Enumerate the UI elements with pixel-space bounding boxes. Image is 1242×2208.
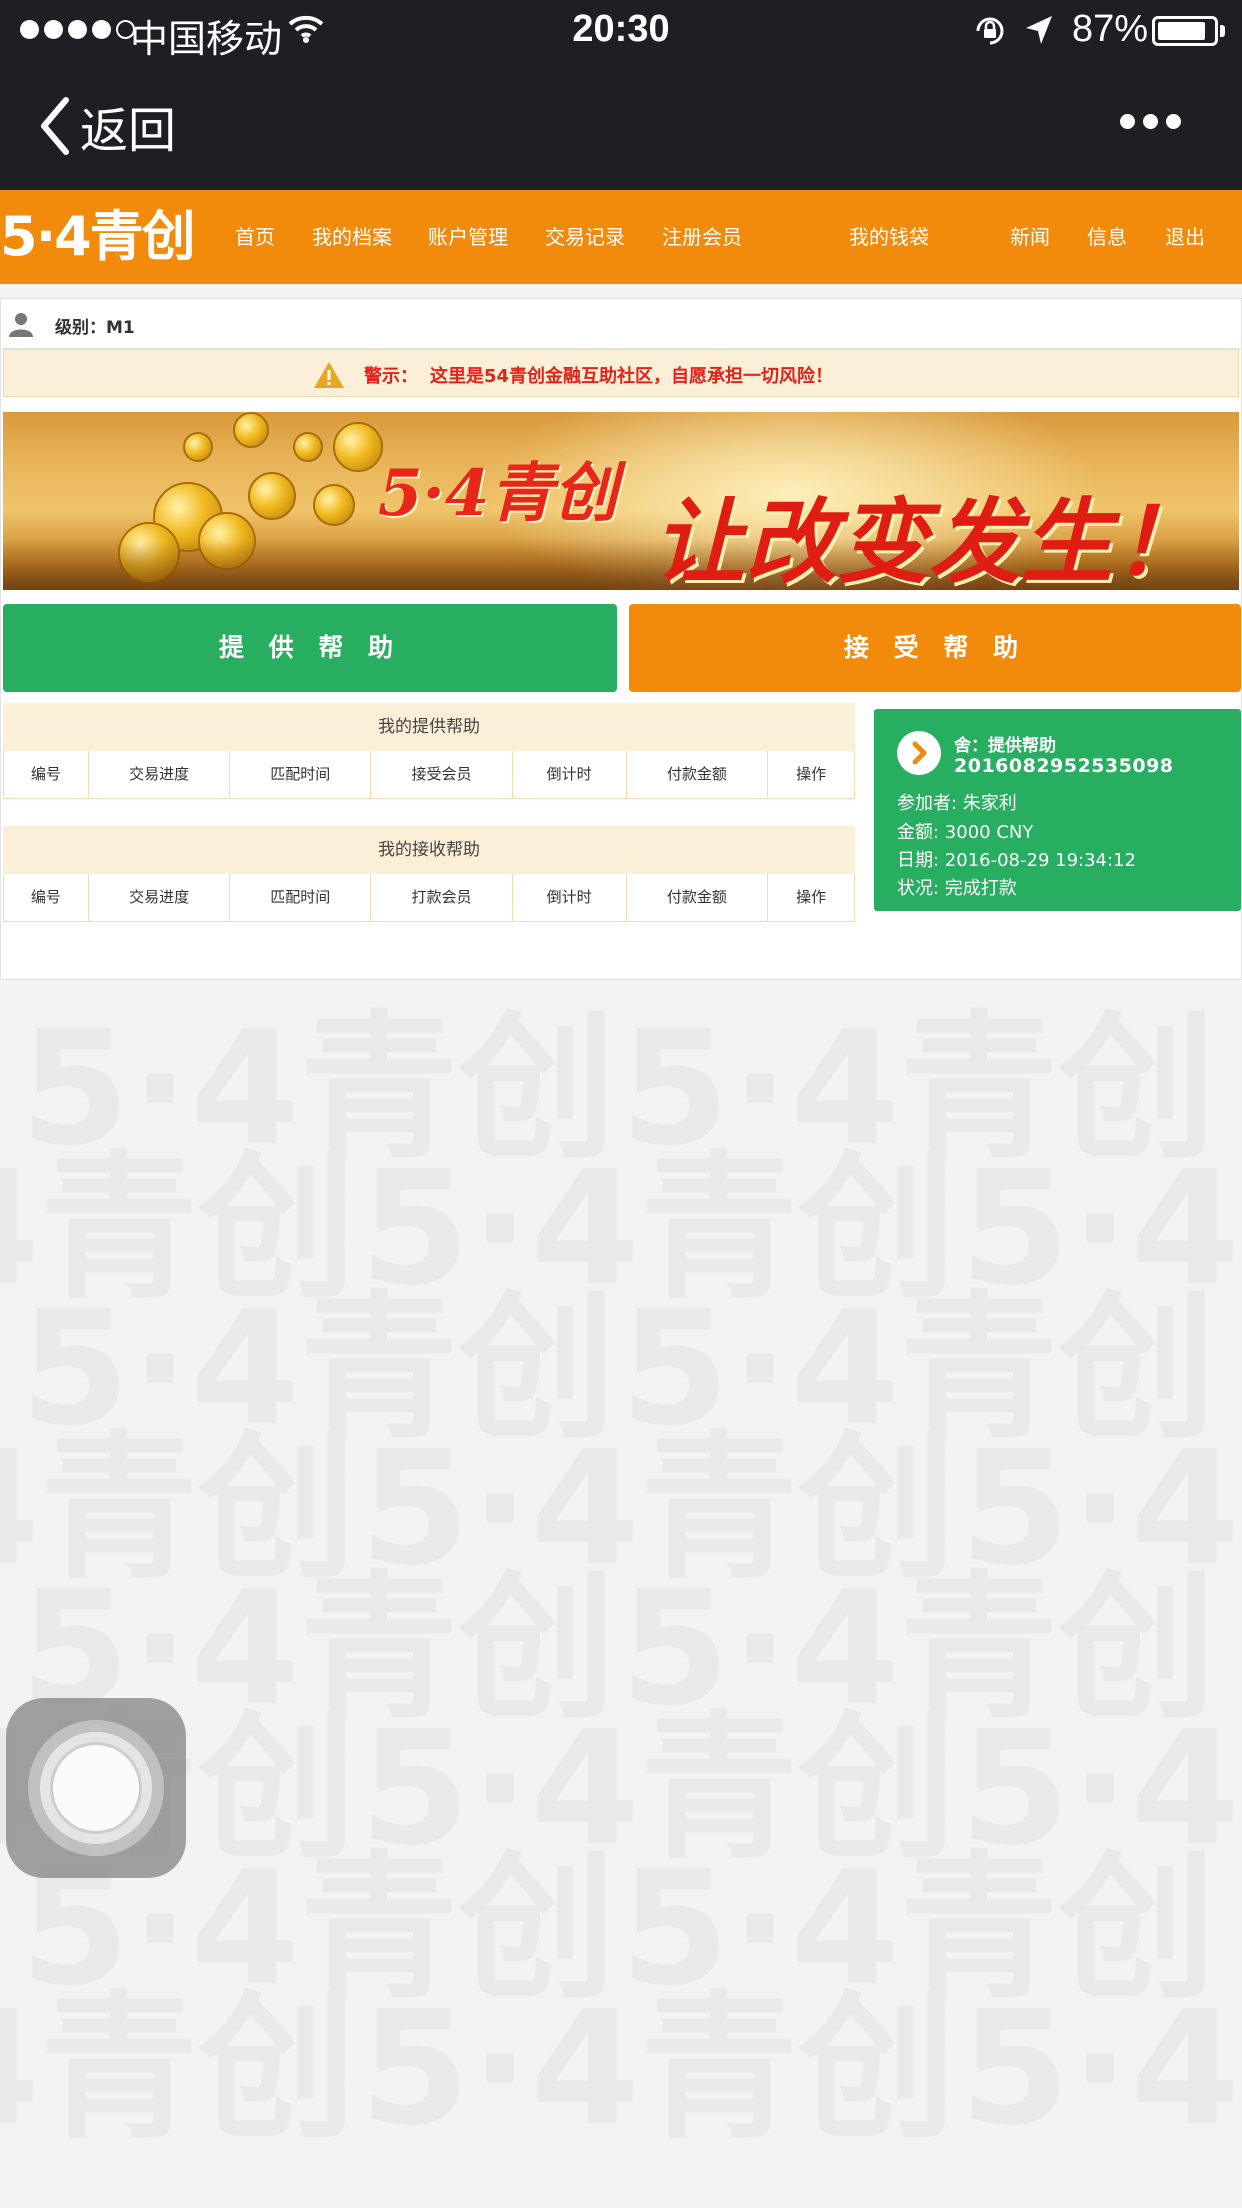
coin-image [248,472,296,520]
coin-image [233,412,269,448]
column-header: 操作 [796,765,827,783]
card-detail-button[interactable] [897,731,941,775]
assistive-center [50,1742,142,1834]
column-header: 交易进度 [89,751,231,798]
main-panel: 级别：M1 警示： 这里是54青创金融互助社区，自愿承担一切风险！ 5·4青创 … [0,298,1242,980]
table-title: 我的接收帮助 [3,826,855,874]
column-header: 交易进度 [89,874,231,921]
signal-dot [20,20,39,39]
column-header: 付款金额 [627,751,769,798]
column-header: 接受会员 [371,751,513,798]
nav-transaction-history[interactable]: 交易记录 [545,190,625,284]
table-title: 我的提供帮助 [3,703,855,751]
card-participant: 参加者: 朱家利 [897,793,1017,814]
location-arrow-icon [1024,14,1054,51]
wifi-icon [288,14,324,49]
card-date: 日期: 2016-08-29 19:34:12 [897,850,1136,871]
provide-help-table: 我的提供帮助 编号 交易进度 匹配时间 接受会员 倒计时 付款金额 操作 [3,703,855,799]
assistive-touch-button[interactable] [6,1698,186,1878]
status-bar: 中国移动 20:30 87% [0,0,1242,62]
user-avatar-icon [9,313,33,337]
orientation-lock-icon [972,14,1008,53]
column-header: 操作 [796,888,827,906]
site-header: 5·4青创 首页 我的档案 账户管理 交易记录 注册会员 我的钱袋 新闻 信息 … [0,190,1242,284]
card-status: 状况: 完成打款 [897,878,1017,899]
nav-account-management[interactable]: 账户管理 [428,190,508,284]
column-header: 打款会员 [371,874,513,921]
battery-level [1158,22,1205,40]
promo-banner: 5·4青创 让改变发生！ [3,412,1239,590]
coin-image [183,432,213,462]
more-dot-icon [1166,114,1181,129]
battery-percent: 87% [1072,8,1149,50]
chevron-left-icon [41,97,69,155]
table-header-row: 编号 交易进度 匹配时间 接受会员 倒计时 付款金额 操作 [3,751,855,799]
signal-dot [92,20,111,39]
column-header: 倒计时 [513,751,627,798]
table-header-row: 编号 交易进度 匹配时间 打款会员 倒计时 付款金额 操作 [3,874,855,922]
coin-image [293,432,323,462]
warning-text: 这里是54青创金融互助社区，自愿承担一切风险！ [430,366,834,387]
warning-title: 警示： [364,366,418,387]
watermark-row: 5·4青创 [360,1977,956,2161]
column-header: 付款金额 [627,874,769,921]
carrier-name: 中国移动 [130,19,283,61]
card-amount: 金额: 3000 CNY [897,822,1034,843]
card-order-id: 2016082952535098 [954,755,1174,777]
signal-dot [68,20,87,39]
banner-brand-text: 5·4青创 [378,456,618,531]
coin-image [313,484,355,526]
provide-help-button[interactable]: 提 供 帮 助 [3,604,617,692]
receive-help-table: 我的接收帮助 编号 交易进度 匹配时间 打款会员 倒计时 付款金额 操作 [3,826,855,922]
column-header: 编号 [4,874,89,921]
coin-image [333,422,383,472]
signal-dot [44,20,63,39]
nav-my-profile[interactable]: 我的档案 [312,190,392,284]
receive-help-button[interactable]: 接 受 帮 助 [629,604,1241,692]
back-label: 返回 [80,105,177,158]
banner-slogan: 让改变发生！ [653,488,1206,590]
nav-my-wallet[interactable]: 我的钱袋 [849,190,929,284]
warning-icon [314,362,344,388]
more-dot-icon [1143,114,1158,129]
battery-icon [1152,16,1218,46]
more-dot-icon [1120,114,1135,129]
column-header: 倒计时 [513,874,627,921]
nav-home[interactable]: 首页 [235,190,275,284]
card-type: 舍：提供帮助 [954,736,1056,756]
nav-news[interactable]: 新闻 [1010,190,1050,284]
watermark-row: 5·4青创 [0,1977,356,2161]
watermark-row: 5·4青创 [960,1977,1242,2161]
more-options-button[interactable] [1120,114,1181,129]
back-button[interactable]: 返回 [40,94,176,158]
column-header: 编号 [4,751,89,798]
nav-messages[interactable]: 信息 [1087,190,1127,284]
column-header: 匹配时间 [230,751,372,798]
site-logo[interactable]: 5·4青创 [0,204,196,270]
user-level: 级别：M1 [55,318,135,338]
chevron-right-icon [912,741,927,765]
signal-strength-icon [20,20,135,39]
navigation-bar: 返回 [0,62,1242,190]
help-record-card[interactable]: 舍：提供帮助 2016082952535098 参加者: 朱家利 金额: 300… [874,709,1241,911]
risk-warning-bar: 警示： 这里是54青创金融互助社区，自愿承担一切风险！ [3,349,1239,397]
user-level-row: 级别：M1 [1,299,1241,349]
column-header: 匹配时间 [230,874,372,921]
battery-tip [1220,25,1225,37]
nav-logout[interactable]: 退出 [1165,190,1205,284]
nav-register-member[interactable]: 注册会员 [662,190,742,284]
